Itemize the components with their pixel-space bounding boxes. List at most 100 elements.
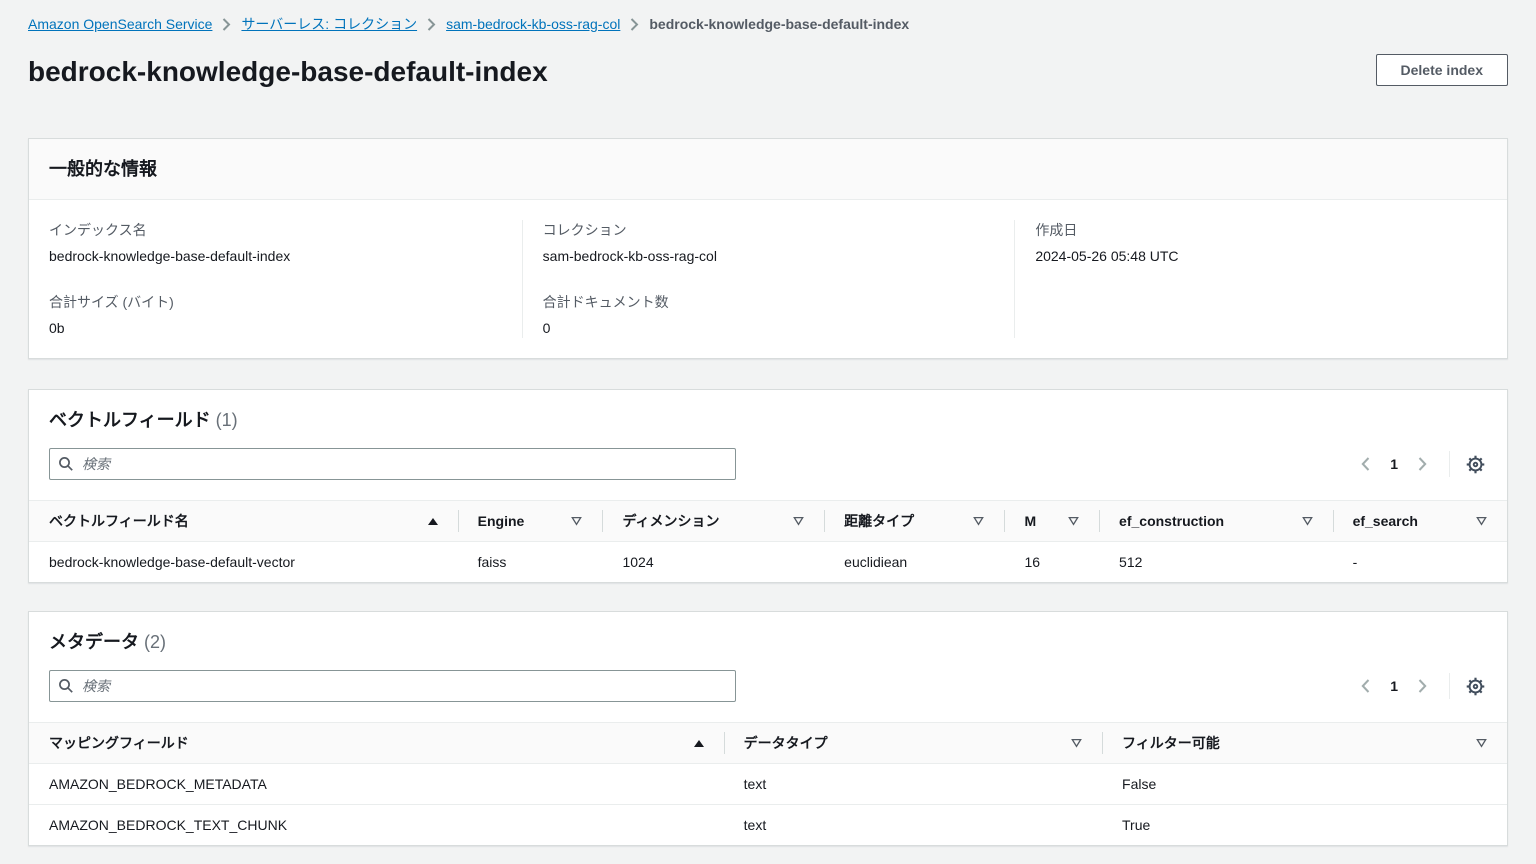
vector-fields-table: ベクトルフィールド名 Engine ディメンション 距離タイプ M ef_con… (29, 500, 1507, 582)
metadata-pagination: 1 (1353, 673, 1487, 699)
metadata-title: メタデータ (2) (49, 630, 1487, 654)
vector-fields-title: ベクトルフィールド (1) (49, 408, 1487, 432)
field-collection: コレクション sam-bedrock-kb-oss-rag-col (543, 220, 995, 266)
vector-fields-title-text: ベクトルフィールド (49, 410, 211, 430)
divider (1449, 451, 1450, 477)
chevron-left-icon[interactable] (1353, 675, 1378, 697)
metadata-count: (2) (144, 632, 166, 652)
field-created-date: 作成日 2024-05-26 05:48 UTC (1035, 220, 1487, 266)
column-label: ef_search (1353, 513, 1418, 529)
cell-data-type: text (724, 805, 1102, 846)
sort-icon (973, 516, 984, 526)
vector-fields-panel: ベクトルフィールド (1) 1 (28, 389, 1508, 583)
vector-fields-top: ベクトルフィールド (1) 1 (29, 390, 1507, 500)
column-header-m[interactable]: M (1004, 501, 1099, 542)
column-label: Engine (478, 513, 525, 529)
general-info-panel: 一般的な情報 インデックス名 bedrock-knowledge-base-de… (28, 138, 1508, 359)
metadata-search (49, 670, 736, 702)
cell-mapping-field: AMAZON_BEDROCK_METADATA (29, 764, 724, 805)
column-label: M (1024, 513, 1036, 529)
general-info-header: 一般的な情報 (29, 139, 1507, 200)
column-label: 距離タイプ (844, 511, 914, 531)
table-row: AMAZON_BEDROCK_TEXT_CHUNK text True (29, 805, 1507, 846)
vector-fields-pagination: 1 (1353, 451, 1487, 477)
gear-icon[interactable] (1464, 453, 1487, 476)
chevron-right-icon (630, 18, 639, 31)
page-number[interactable]: 1 (1384, 456, 1404, 472)
field-total-documents: 合計ドキュメント数 0 (543, 292, 995, 338)
column-header-ef-construction[interactable]: ef_construction (1099, 501, 1333, 542)
sort-ascending-icon (694, 740, 704, 747)
cell-ef-search: - (1333, 542, 1507, 583)
general-info-grid: インデックス名 bedrock-knowledge-base-default-i… (29, 200, 1507, 358)
page: Amazon OpenSearch Service サーバーレス: コレクション… (0, 0, 1536, 846)
title-row: bedrock-knowledge-base-default-index Del… (28, 54, 1508, 90)
column-label: ディメンション (622, 511, 719, 531)
sort-icon (793, 516, 804, 526)
chevron-right-icon (427, 18, 436, 31)
vector-fields-toolbar: 1 (49, 448, 1487, 480)
chevron-right-icon[interactable] (1410, 453, 1435, 475)
column-header-mapping-field[interactable]: マッピングフィールド (29, 723, 724, 764)
general-info-column: インデックス名 bedrock-knowledge-base-default-i… (29, 220, 522, 338)
column-header-dimension[interactable]: ディメンション (602, 501, 824, 542)
table-header-row: マッピングフィールド データタイプ フィルター可能 (29, 723, 1507, 764)
page-number[interactable]: 1 (1384, 678, 1404, 694)
cell-distance-type: euclidiean (824, 542, 1004, 583)
sort-icon (1071, 738, 1082, 748)
page-title: bedrock-knowledge-base-default-index (28, 54, 548, 90)
sort-icon (1068, 516, 1079, 526)
field-label: 作成日 (1035, 220, 1487, 240)
breadcrumb-link-serverless-collections[interactable]: サーバーレス: コレクション (241, 14, 417, 34)
sort-ascending-icon (428, 518, 438, 525)
breadcrumb-link-opensearch[interactable]: Amazon OpenSearch Service (28, 14, 212, 34)
breadcrumb-link-collection[interactable]: sam-bedrock-kb-oss-rag-col (446, 14, 620, 34)
cell-ef-construction: 512 (1099, 542, 1333, 583)
sort-icon (1476, 516, 1487, 526)
cell-data-type: text (724, 764, 1102, 805)
field-value: sam-bedrock-kb-oss-rag-col (543, 246, 995, 266)
cell-vector-field-name: bedrock-knowledge-base-default-vector (29, 542, 458, 583)
column-label: ベクトルフィールド名 (49, 511, 189, 531)
search-input[interactable] (49, 448, 736, 480)
field-label: 合計ドキュメント数 (543, 292, 995, 312)
cell-mapping-field: AMAZON_BEDROCK_TEXT_CHUNK (29, 805, 724, 846)
column-header-ef-search[interactable]: ef_search (1333, 501, 1507, 542)
metadata-panel: メタデータ (2) 1 (28, 611, 1508, 846)
field-value: 0 (543, 318, 995, 338)
column-label: ef_construction (1119, 513, 1224, 529)
chevron-right-icon (222, 18, 231, 31)
breadcrumb: Amazon OpenSearch Service サーバーレス: コレクション… (28, 14, 1508, 34)
sort-icon (571, 516, 582, 526)
field-value: bedrock-knowledge-base-default-index (49, 246, 502, 266)
cell-filterable: True (1102, 805, 1507, 846)
column-header-distance-type[interactable]: 距離タイプ (824, 501, 1004, 542)
sort-icon (1302, 516, 1313, 526)
field-index-name: インデックス名 bedrock-knowledge-base-default-i… (49, 220, 502, 266)
field-value: 0b (49, 318, 502, 338)
chevron-left-icon[interactable] (1353, 453, 1378, 475)
column-header-data-type[interactable]: データタイプ (724, 723, 1102, 764)
column-header-filterable[interactable]: フィルター可能 (1102, 723, 1507, 764)
general-info-column: 作成日 2024-05-26 05:48 UTC (1014, 220, 1507, 338)
breadcrumb-current: bedrock-knowledge-base-default-index (649, 14, 909, 34)
search-input[interactable] (49, 670, 736, 702)
vector-fields-search (49, 448, 736, 480)
field-label: コレクション (543, 220, 995, 240)
metadata-top: メタデータ (2) 1 (29, 612, 1507, 722)
cell-engine: faiss (458, 542, 603, 583)
field-total-size: 合計サイズ (バイト) 0b (49, 292, 502, 338)
column-label: マッピングフィールド (49, 733, 189, 753)
metadata-toolbar: 1 (49, 670, 1487, 702)
cell-dimension: 1024 (602, 542, 824, 583)
column-header-engine[interactable]: Engine (458, 501, 603, 542)
metadata-table: マッピングフィールド データタイプ フィルター可能 AMAZON_BEDROCK… (29, 722, 1507, 845)
gear-icon[interactable] (1464, 675, 1487, 698)
delete-index-button[interactable]: Delete index (1376, 54, 1508, 86)
table-row: bedrock-knowledge-base-default-vector fa… (29, 542, 1507, 583)
chevron-right-icon[interactable] (1410, 675, 1435, 697)
table-row: AMAZON_BEDROCK_METADATA text False (29, 764, 1507, 805)
column-header-vector-field-name[interactable]: ベクトルフィールド名 (29, 501, 458, 542)
divider (1449, 673, 1450, 699)
table-header-row: ベクトルフィールド名 Engine ディメンション 距離タイプ M ef_con… (29, 501, 1507, 542)
